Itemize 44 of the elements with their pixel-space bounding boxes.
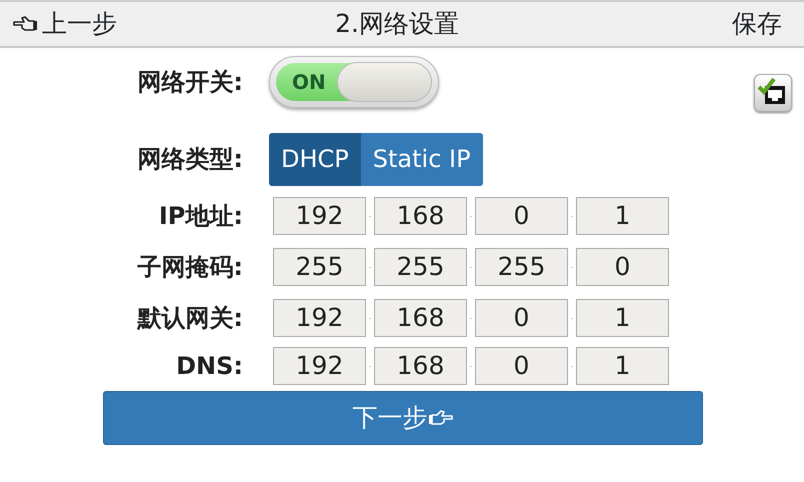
ip-octet-field[interactable]: 0 <box>475 299 568 337</box>
separator-dot: . <box>570 260 574 272</box>
segment-tab[interactable]: Static IP <box>360 132 483 186</box>
hand-icon <box>12 14 38 34</box>
ip-octet-field[interactable]: 1 <box>576 299 669 337</box>
toggle-switch[interactable]: ON <box>269 56 439 108</box>
separator-dot: . <box>368 209 372 221</box>
separator-dot: . <box>570 209 574 221</box>
ip-octet-field[interactable]: 0 <box>475 197 568 235</box>
back-link[interactable]: 上一步 <box>12 5 117 43</box>
ip-octet-field[interactable]: 0 <box>475 347 568 385</box>
ip-octet-field[interactable]: 0 <box>576 248 669 286</box>
ip-octet-field[interactable]: 1 <box>576 347 669 385</box>
ip-octet-field[interactable]: 168 <box>374 347 467 385</box>
ip-octet-field[interactable]: 255 <box>273 248 366 286</box>
save-link[interactable]: 保存 <box>732 5 782 43</box>
separator-dot: . <box>570 359 574 371</box>
separator-dot: . <box>468 311 474 323</box>
segment-tab[interactable]: DHCP <box>269 132 361 186</box>
field-label: 默认网关: <box>136 303 244 334</box>
separator-dot: . <box>570 311 574 323</box>
hand-icon <box>428 408 454 428</box>
ip-octet-field[interactable]: 1 <box>576 197 669 235</box>
field-label: 子网掩码: <box>136 252 244 283</box>
ip-octet-field[interactable]: 168 <box>374 299 467 337</box>
next-button[interactable]: 下一步 <box>103 391 703 445</box>
page-title: 2.网络设置 <box>335 8 459 40</box>
ip-octet-field[interactable]: 192 <box>273 347 366 385</box>
separator-dot: . <box>368 311 372 323</box>
ip-octet-field[interactable]: 255 <box>374 248 467 286</box>
ip-octet-field[interactable]: 168 <box>374 197 467 235</box>
field-label: 网络类型: <box>136 144 244 175</box>
separator-dot: . <box>468 260 474 272</box>
ip-octet-field[interactable]: 192 <box>273 197 366 235</box>
field-label: DNS: <box>175 351 244 382</box>
field-label: IP地址: <box>158 201 244 232</box>
ip-octet-field[interactable]: 192 <box>273 299 366 337</box>
ip-octet-field[interactable]: 255 <box>475 248 568 286</box>
separator-dot: . <box>368 359 372 371</box>
separator-dot: . <box>468 209 474 221</box>
network-connected-icon <box>754 74 792 112</box>
separator-dot: . <box>468 359 474 371</box>
separator-dot: . <box>368 260 372 272</box>
field-label: 网络开关: <box>136 67 244 98</box>
